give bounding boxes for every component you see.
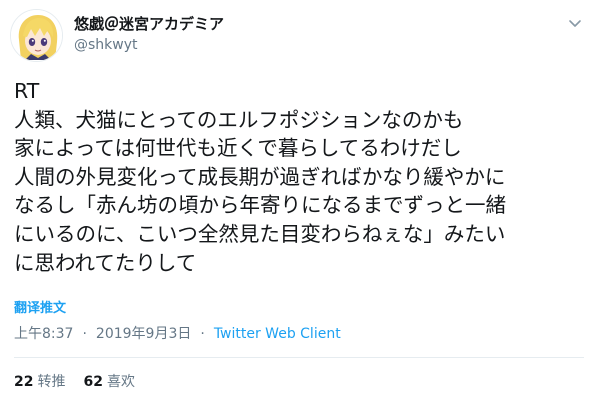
avatar[interactable] [10,9,63,62]
tweet-stats: 22 转推 62 喜欢 [14,372,135,392]
tweet-client-link[interactable]: Twitter Web Client [214,326,341,342]
tweet-time[interactable]: 上午8:37 [14,326,73,342]
translate-tweet-link[interactable]: 翻译推文 [14,300,66,318]
chevron-down-icon [569,20,581,27]
retweets-stat[interactable]: 22 转推 [14,374,65,390]
anime-avatar-icon [11,10,62,61]
divider [14,357,584,358]
tweet-text-line: 家によっては何世代も近くで暮らしてるわけだし [14,136,462,161]
likes-count: 62 [83,374,103,390]
tweet-text-line: 人類、犬猫にとってのエルフポジションなのかも [14,107,464,132]
tweet-text-line: に思われてたりして [14,250,197,275]
tweet-text: RT 人類、犬猫にとってのエルフポジションなのかも 家によっては何世代も近くで暮… [14,77,584,277]
tweet-text-line: なるし「赤ん坊の頃から年寄りになるまでずっと一緒 [14,193,506,218]
user-handle[interactable]: @shkwyt [74,35,138,55]
tweet-metadata: 上午8:37 · 2019年9月3日 · Twitter Web Client [14,324,341,344]
likes-label: 喜欢 [106,374,135,390]
meta-separator: · [200,326,205,342]
display-name[interactable]: 悠戯＠迷宮アカデミア [74,14,224,34]
tweet-text-line: にいるのに、こいつ全然見た目変わらねぇな」みたい [14,221,506,246]
likes-stat[interactable]: 62 喜欢 [83,374,134,390]
retweets-label: 转推 [37,374,66,390]
retweets-count: 22 [14,374,34,390]
tweet-date[interactable]: 2019年9月3日 [96,326,191,342]
meta-separator: · [82,326,87,342]
tweet-text-line: RT [14,79,40,103]
tweet-text-line: 人間の外見変化って成長期が過ぎればかなり緩やかに [14,164,506,189]
tweet-menu-button[interactable] [566,14,584,32]
